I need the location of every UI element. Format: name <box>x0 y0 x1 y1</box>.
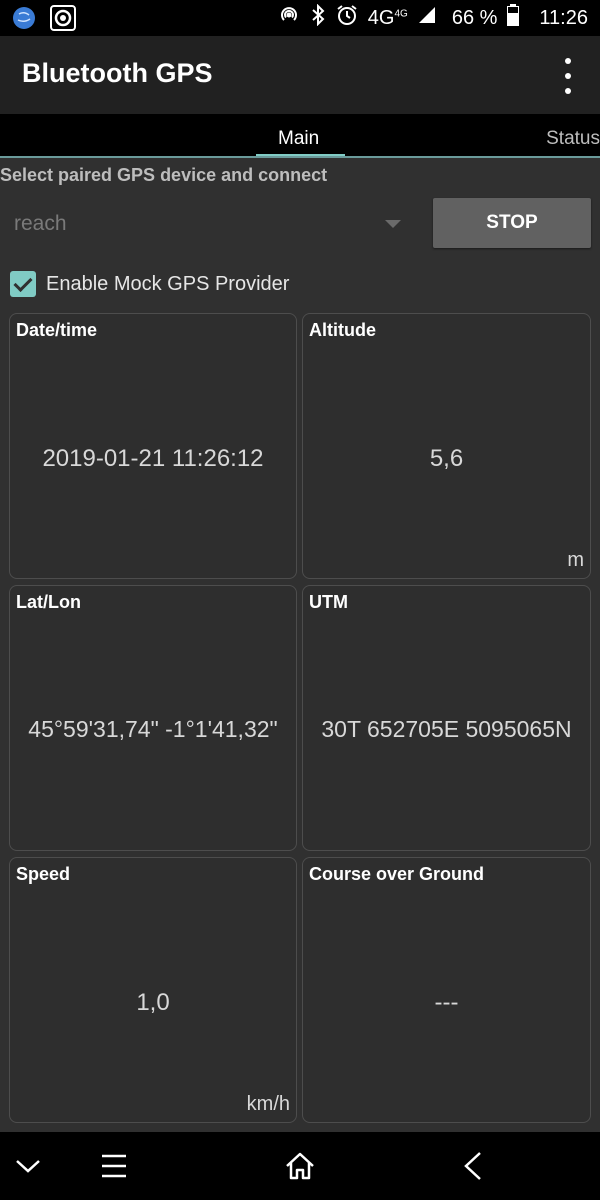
card-title-altitude: Altitude <box>309 320 376 340</box>
tab-divider <box>0 156 600 158</box>
card-unit-speed: km/h <box>246 1093 290 1115</box>
hotspot-icon <box>278 4 300 32</box>
status-bar: 4G4G 66 % 11:26 <box>0 0 600 36</box>
device-selected-value: reach <box>14 212 67 235</box>
bluetooth-icon <box>310 3 326 32</box>
card-title-datetime: Date/time <box>16 320 98 340</box>
battery-percent: 66 % <box>451 6 498 29</box>
battery-icon <box>507 4 520 32</box>
card-value-altitude: 5,6 <box>429 445 464 472</box>
card-value-utm: 30T 652705E 5095065N <box>321 716 572 742</box>
card-unit-altitude: m <box>567 549 584 571</box>
card-title-latlon: Lat/Lon <box>16 592 81 612</box>
mock-gps-checkbox[interactable] <box>10 271 36 297</box>
card-title-speed: Speed <box>16 864 71 884</box>
signal-icon <box>418 6 436 30</box>
card-value-latlon: 45°59'31,74" -1°1'41,32" <box>28 716 278 742</box>
network-label: 4G <box>367 6 395 29</box>
card-title-utm: UTM <box>309 592 348 612</box>
navigation-bar <box>0 1132 600 1200</box>
clock: 11:26 <box>539 6 588 29</box>
tab-bar: Main Status <box>0 114 600 158</box>
tab-main[interactable]: Main <box>278 128 319 150</box>
card-value-course: --- <box>434 989 459 1016</box>
device-dropdown[interactable]: reach <box>0 198 415 250</box>
gps-app-icon <box>50 5 76 37</box>
section-label: Select paired GPS device and connect <box>0 165 328 185</box>
app-title: Bluetooth GPS <box>22 58 213 88</box>
home-icon[interactable] <box>280 1146 320 1186</box>
app-bar: Bluetooth GPS <box>0 36 600 114</box>
card-value-datetime: 2019-01-21 11:26:12 <box>42 445 264 472</box>
stop-button[interactable]: STOP <box>433 198 591 248</box>
chevron-down-icon[interactable] <box>8 1146 48 1186</box>
tab-status[interactable]: Status <box>546 128 600 150</box>
overflow-menu-icon[interactable] <box>554 58 582 94</box>
alarm-icon <box>336 4 358 32</box>
mock-gps-label: Enable Mock GPS Provider <box>46 272 290 295</box>
card-altitude: Altitude 5,6 m <box>302 313 591 579</box>
mock-gps-row[interactable]: Enable Mock GPS Provider <box>10 270 289 298</box>
card-title-course: Course over Ground <box>309 864 485 884</box>
card-speed: Speed 1,0 km/h <box>9 857 297 1123</box>
app-globe-icon <box>12 6 36 36</box>
card-datetime: Date/time 2019-01-21 11:26:12 <box>9 313 297 579</box>
menu-icon[interactable] <box>94 1146 134 1186</box>
card-latlon: Lat/Lon 45°59'31,74" -1°1'41,32" <box>9 585 297 851</box>
card-value-speed: 1,0 <box>136 989 170 1016</box>
card-utm: UTM 30T 652705E 5095065N <box>302 585 591 851</box>
back-icon[interactable] <box>452 1146 492 1186</box>
network-type: 4G4G <box>368 7 408 30</box>
network-sup: 4G <box>394 7 408 19</box>
dropdown-arrow-icon <box>385 220 401 228</box>
card-course: Course over Ground --- <box>302 857 591 1123</box>
